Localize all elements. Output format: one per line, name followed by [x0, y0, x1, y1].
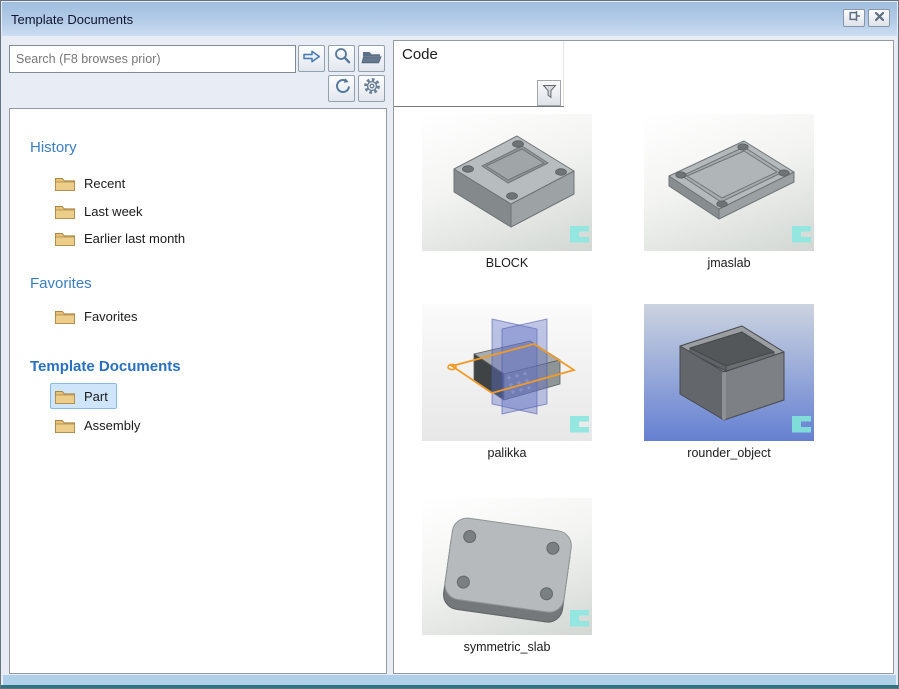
filter-input[interactable]	[397, 88, 539, 104]
folder-open-icon	[361, 48, 382, 69]
filter-button[interactable]	[537, 80, 561, 106]
titlebar[interactable]: Template Documents	[2, 2, 897, 36]
rounder-object-model-drawing	[644, 304, 814, 441]
template-documents-window: Template Documents	[0, 0, 899, 689]
folder-icon	[54, 388, 76, 405]
tree-section-template-documents[interactable]: Template Documents	[30, 358, 181, 375]
block-thumbnail	[422, 114, 592, 251]
component-badge-icon	[792, 226, 811, 248]
component-badge-icon	[792, 416, 811, 438]
jmaslab-thumbnail	[644, 114, 814, 251]
template-card-jmaslab[interactable]: jmaslab	[644, 114, 814, 270]
jmaslab-model-drawing	[644, 114, 814, 251]
symmetric-slab-model-drawing	[422, 498, 592, 635]
symmetric-slab-thumbnail	[422, 498, 592, 635]
tree-item-favorites[interactable]: Favorites	[50, 303, 146, 329]
tree-item-part[interactable]: Part	[50, 383, 117, 409]
template-name: rounder_object	[644, 446, 814, 460]
filter-field-underline	[394, 106, 564, 107]
bottom-chrome-band	[3, 675, 896, 685]
block-model-drawing	[422, 114, 592, 251]
folder-icon	[54, 175, 76, 192]
template-card-symmetric-slab[interactable]: symmetric_slab	[422, 498, 592, 654]
template-name: palikka	[422, 446, 592, 460]
column-title: Code	[394, 41, 563, 63]
tree-section-favorites[interactable]: Favorites	[30, 275, 92, 292]
tree-item-label: Recent	[84, 176, 125, 191]
funnel-icon	[541, 83, 558, 104]
tree-section-history[interactable]: History	[30, 139, 77, 156]
tree-item-label: Part	[84, 389, 108, 404]
folder-tree-panel: History Recent Last week Earlier last mo…	[9, 108, 387, 674]
code-column-header[interactable]: Code	[394, 41, 564, 107]
rounder-object-thumbnail	[644, 304, 814, 441]
pin-icon	[848, 9, 861, 27]
template-card-block[interactable]: BLOCK	[422, 114, 592, 270]
browse-folder-button[interactable]	[358, 45, 385, 72]
close-button[interactable]	[868, 9, 890, 27]
tree-item-last-week[interactable]: Last week	[50, 198, 152, 224]
pin-button[interactable]	[843, 9, 865, 27]
component-badge-icon	[570, 226, 589, 248]
gear-icon	[362, 76, 382, 101]
search-magnifier-button[interactable]	[328, 45, 355, 72]
tree-item-earlier-last-month[interactable]: Earlier last month	[50, 225, 194, 251]
folder-icon	[54, 203, 76, 220]
palikka-model-drawing	[422, 304, 592, 441]
folder-icon	[54, 308, 76, 325]
magnifier-icon	[333, 47, 351, 70]
tree-item-assembly[interactable]: Assembly	[50, 412, 149, 438]
close-icon	[874, 9, 885, 27]
search-go-button[interactable]	[298, 45, 325, 72]
tree-item-label: Last week	[84, 204, 143, 219]
bottom-teal-strip	[1, 685, 898, 688]
palikka-thumbnail	[422, 304, 592, 441]
template-card-rounder-object[interactable]: rounder_object	[644, 304, 814, 460]
refresh-button[interactable]	[328, 75, 355, 102]
refresh-icon	[333, 77, 351, 100]
template-card-palikka[interactable]: palikka	[422, 304, 592, 460]
tree-item-recent[interactable]: Recent	[50, 170, 134, 196]
tree-item-label: Earlier last month	[84, 231, 185, 246]
template-name: jmaslab	[644, 256, 814, 270]
window-title: Template Documents	[11, 12, 133, 27]
template-list-panel: Code	[393, 40, 894, 674]
tree-item-label: Favorites	[84, 309, 137, 324]
blue-arrow-right-icon	[302, 49, 321, 69]
search-input[interactable]	[9, 45, 296, 73]
component-badge-icon	[570, 610, 589, 632]
folder-icon	[54, 417, 76, 434]
settings-button[interactable]	[358, 75, 385, 102]
template-name: symmetric_slab	[422, 640, 592, 654]
template-name: BLOCK	[422, 256, 592, 270]
folder-icon	[54, 230, 76, 247]
tree-item-label: Assembly	[84, 418, 140, 433]
component-badge-icon	[570, 416, 589, 438]
